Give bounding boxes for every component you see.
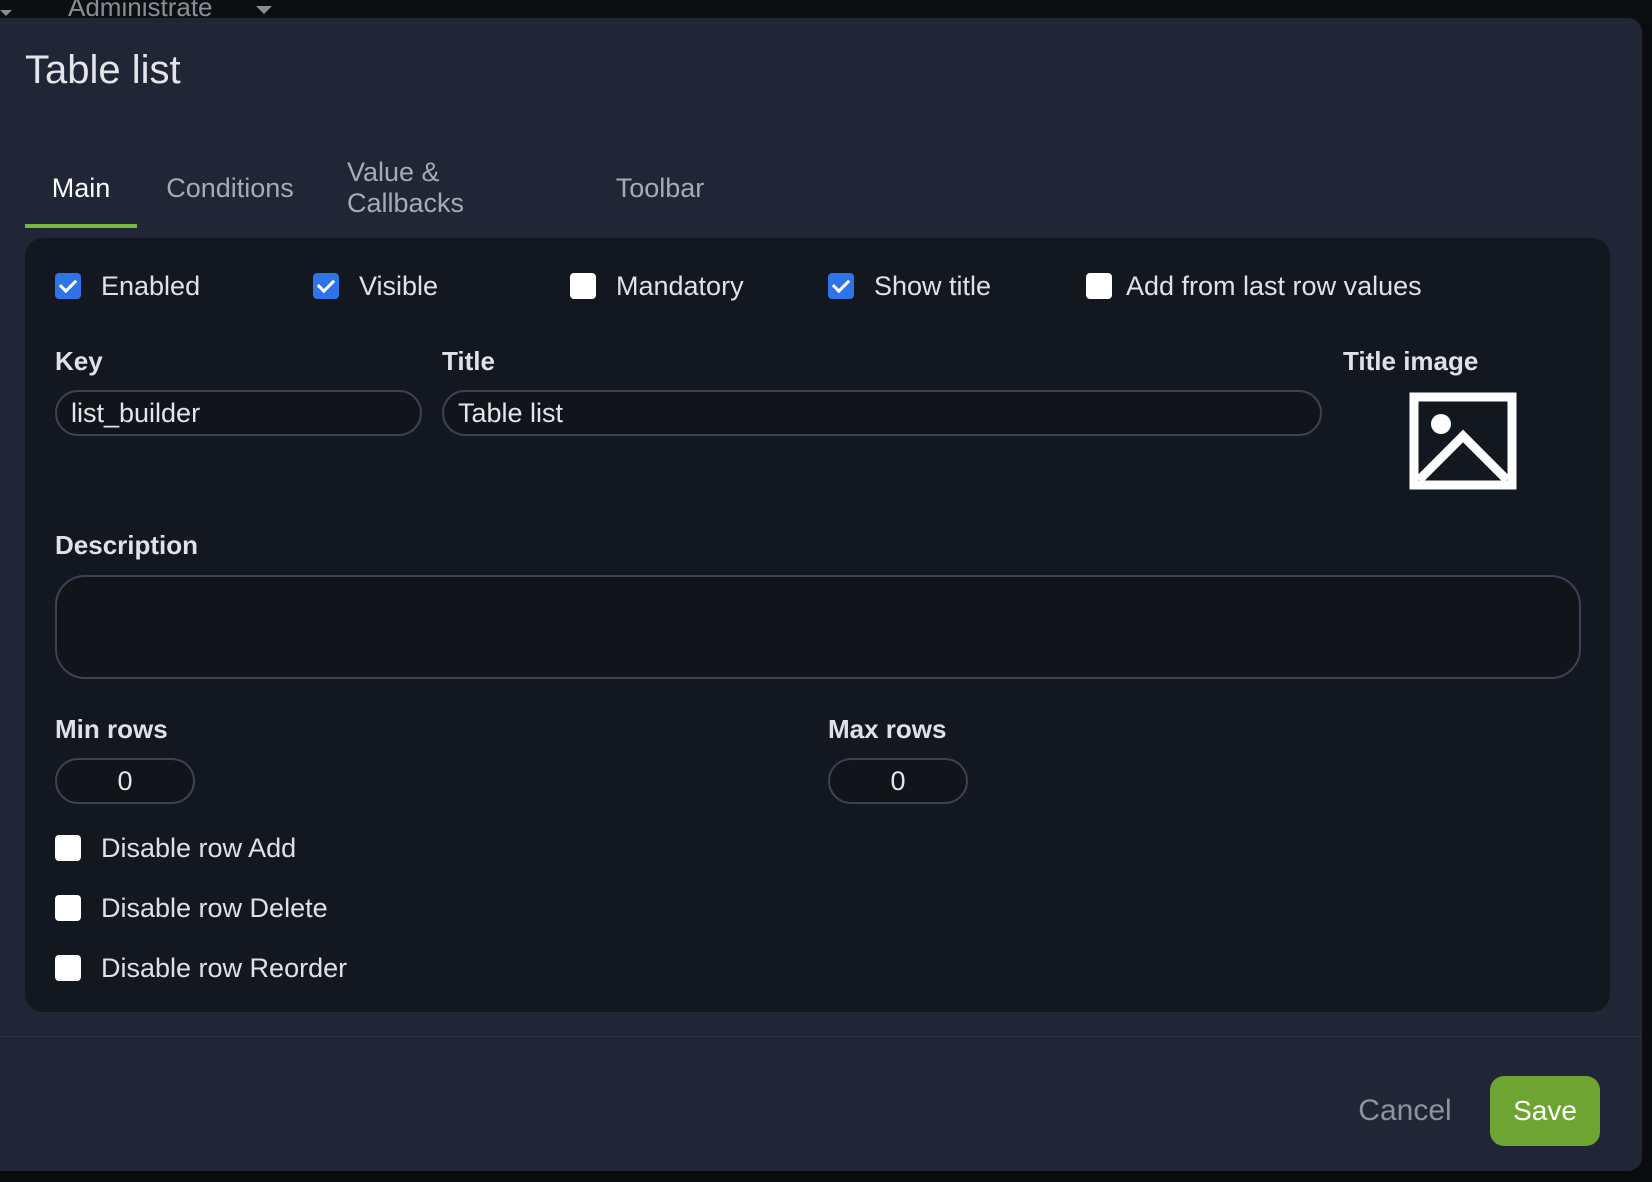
disable-row-add-checkbox[interactable]: Disable row Add [55,828,296,868]
key-input[interactable]: list_builder [55,390,422,436]
dialog-title: Table list [25,48,181,92]
min-rows-label: Min rows [55,714,168,744]
description-label: Description [55,530,199,560]
save-button[interactable]: Save [1490,1076,1600,1146]
cancel-button[interactable]: Cancel [1345,1086,1465,1136]
mandatory-label: Mandatory [616,270,744,301]
description-textarea[interactable] [55,575,1581,679]
tab-main[interactable]: Main [25,148,137,228]
caret-down-icon [0,10,12,16]
disable-row-delete-label: Disable row Delete [101,892,328,923]
enabled-checkbox[interactable]: Enabled [55,266,200,306]
title-label: Title [442,346,495,376]
show-title-label: Show title [874,270,992,301]
show-title-checkbox[interactable]: Show title [828,266,991,306]
chevron-down-icon [256,6,272,14]
max-rows-input[interactable]: 0 [828,758,968,804]
title-image-label: Title image [1343,346,1479,376]
check-icon[interactable] [828,273,854,299]
tab-conditions[interactable]: Conditions [165,148,295,228]
key-label: Key [55,346,103,376]
tab-toolbar[interactable]: Toolbar [615,148,705,228]
footer-divider [0,1036,1642,1037]
checkbox-box[interactable] [55,835,81,861]
min-rows-input[interactable]: 0 [55,758,195,804]
disable-row-reorder-label: Disable row Reorder [101,952,348,983]
visible-label: Visible [359,270,439,301]
table-list-dialog: Table list Main Conditions Value & Callb… [0,18,1642,1171]
disable-row-reorder-checkbox[interactable]: Disable row Reorder [55,948,347,988]
disable-row-add-label: Disable row Add [101,832,297,863]
checkbox-box[interactable] [570,273,596,299]
tab-value-callbacks[interactable]: Value & Callbacks [347,148,559,228]
title-input[interactable]: Table list [442,390,1322,436]
main-tab-panel: Enabled Visible Mandatory Show title Add… [25,238,1610,1012]
max-rows-label: Max rows [828,714,947,744]
enabled-label: Enabled [101,270,201,301]
add-from-last-row-label: Add from last row values [1126,270,1422,301]
visible-checkbox[interactable]: Visible [313,266,438,306]
options-row: Enabled Visible Mandatory Show title Add… [25,266,1610,306]
image-placeholder-icon[interactable] [1409,392,1517,490]
tab-bar: Main Conditions Value & Callbacks Toolba… [25,148,825,228]
check-icon[interactable] [55,273,81,299]
checkbox-box[interactable] [55,895,81,921]
add-from-last-row-checkbox[interactable]: Add from last row values [1086,266,1422,306]
checkbox-box[interactable] [1086,273,1112,299]
check-icon[interactable] [313,273,339,299]
disable-row-delete-checkbox[interactable]: Disable row Delete [55,888,328,928]
mandatory-checkbox[interactable]: Mandatory [570,266,744,306]
checkbox-box[interactable] [55,955,81,981]
